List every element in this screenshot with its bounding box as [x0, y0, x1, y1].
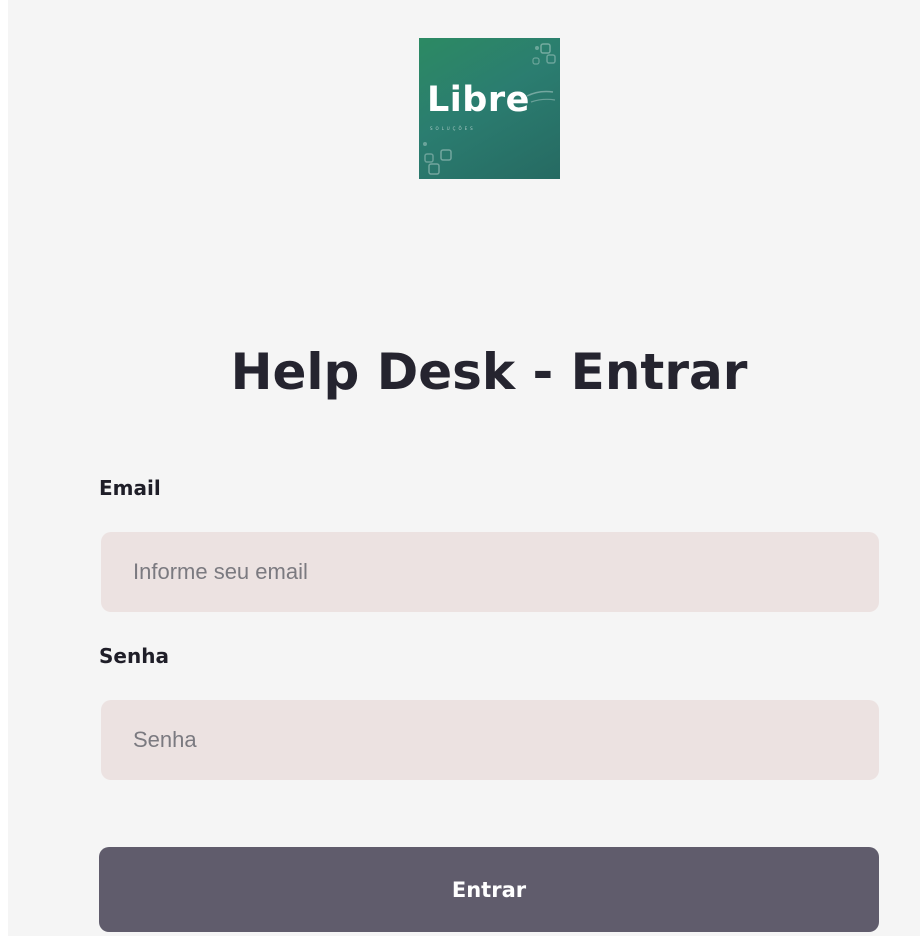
- password-label: Senha: [99, 644, 169, 668]
- login-page: Libre SOLUÇÕES Help Desk - Entrar Email …: [8, 0, 920, 936]
- logo-text: Libre: [427, 80, 530, 120]
- logo-subtext: SOLUÇÕES: [430, 126, 476, 131]
- email-label: Email: [99, 476, 161, 500]
- login-button[interactable]: Entrar: [99, 847, 879, 932]
- password-field[interactable]: [101, 700, 879, 780]
- page-title: Help Desk - Entrar: [230, 343, 748, 401]
- libre-logo: Libre SOLUÇÕES: [419, 38, 560, 179]
- email-field[interactable]: [101, 532, 879, 612]
